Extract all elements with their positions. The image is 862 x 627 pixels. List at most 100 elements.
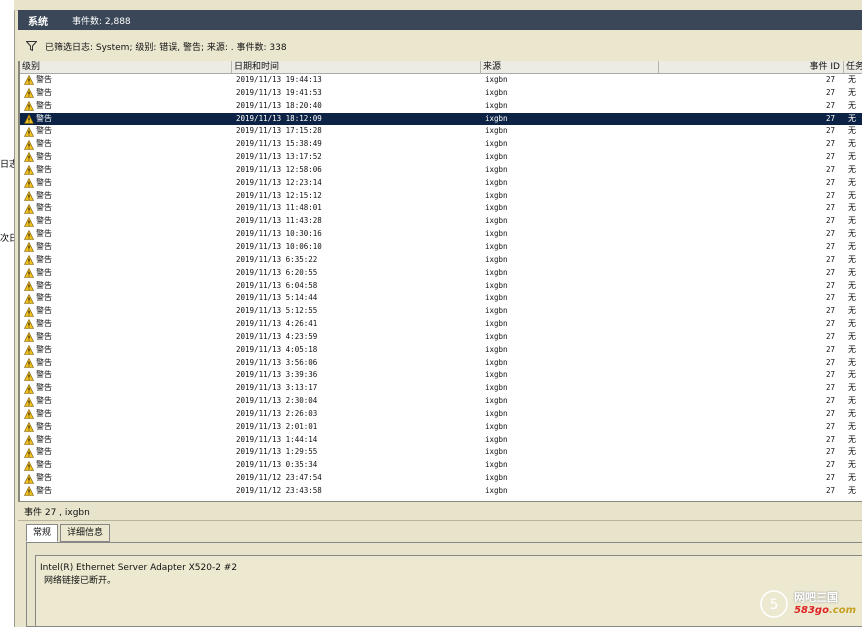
datetime-cell: 2019/11/13 5:14:44 xyxy=(236,293,318,303)
level-label: 警告 xyxy=(36,87,52,97)
source-cell: ixgbn xyxy=(485,100,508,110)
datetime-cell: 2019/11/13 2:30:04 xyxy=(236,396,318,406)
task-cell: 无 xyxy=(848,319,856,329)
tab-details[interactable]: 详细信息 xyxy=(60,524,111,542)
table-row[interactable]: 警告 2019/11/13 6:35:22 ixgbn 27 无 xyxy=(20,254,862,267)
event-id-cell: 27 xyxy=(825,267,835,277)
datetime-cell: 2019/11/13 1:44:14 xyxy=(236,434,318,444)
table-row[interactable]: 警告 2019/11/13 2:26:03 ixgbn 27 无 xyxy=(20,408,862,421)
table-row[interactable]: 警告 2019/11/13 2:01:01 ixgbn 27 无 xyxy=(20,421,862,434)
task-cell: 无 xyxy=(848,87,856,97)
source-cell: ixgbn xyxy=(485,113,508,123)
column-header-row: 级别 日期和时间 来源 事件 ID 任务 xyxy=(20,61,862,74)
datetime-cell: 2019/11/13 5:12:55 xyxy=(236,306,318,316)
warning-triangle-icon xyxy=(24,280,34,291)
level-cell: 警告 xyxy=(24,344,52,357)
source-cell: ixgbn xyxy=(485,241,508,251)
source-cell: ixgbn xyxy=(485,473,508,483)
event-id-cell: 27 xyxy=(825,486,835,495)
event-id-cell: 27 xyxy=(825,357,835,367)
table-row[interactable]: 警告 2019/11/13 1:29:55 ixgbn 27 无 xyxy=(20,446,862,459)
column-header-level[interactable]: 级别 xyxy=(20,61,232,73)
event-id-cell: 27 xyxy=(825,434,835,444)
datetime-cell: 2019/11/13 4:23:59 xyxy=(236,331,318,341)
warning-triangle-icon xyxy=(24,460,34,471)
table-row[interactable]: 警告 2019/11/13 3:13:17 ixgbn 27 无 xyxy=(20,382,862,395)
table-row[interactable]: 警告 2019/11/13 4:23:59 ixgbn 27 无 xyxy=(20,331,862,344)
warning-triangle-icon xyxy=(24,75,34,86)
table-row[interactable]: 警告 2019/11/13 18:12:09 ixgbn 27 无 xyxy=(20,112,862,126)
datetime-cell: 2019/11/13 3:13:17 xyxy=(236,383,318,393)
level-cell: 警告 xyxy=(24,472,52,485)
level-label: 警告 xyxy=(36,75,52,84)
table-row[interactable]: 警告 2019/11/13 5:12:55 ixgbn 27 无 xyxy=(20,305,862,318)
event-id-cell: 27 xyxy=(825,344,835,354)
table-row[interactable]: 警告 2019/11/13 6:20:55 ixgbn 27 无 xyxy=(20,267,862,280)
table-row[interactable]: 警告 2019/11/13 4:05:18 ixgbn 27 无 xyxy=(20,344,862,357)
table-row[interactable]: 警告 2019/11/13 11:48:01 ixgbn 27 无 xyxy=(20,202,862,215)
column-header-task[interactable]: 任务 xyxy=(844,61,862,73)
table-row[interactable]: 警告 2019/11/13 19:44:13 ixgbn 27 无 xyxy=(20,74,862,87)
event-id-cell: 27 xyxy=(825,370,835,380)
level-cell: 警告 xyxy=(24,280,52,293)
detail-body: Intel(R) Ethernet Server Adapter X520-2 … xyxy=(26,542,862,627)
table-row[interactable]: 警告 2019/11/13 19:41:53 ixgbn 27 无 xyxy=(20,87,862,100)
event-id-cell: 27 xyxy=(825,216,835,226)
source-cell: ixgbn xyxy=(485,396,508,406)
datetime-cell: 2019/11/13 12:23:14 xyxy=(236,177,322,187)
table-row[interactable]: 警告 2019/11/13 10:06:10 ixgbn 27 无 xyxy=(20,241,862,254)
event-list[interactable]: 级别 日期和时间 来源 事件 ID 任务 警告 2019/11/13 19:44:… xyxy=(18,61,862,501)
source-cell: ixgbn xyxy=(485,75,508,84)
table-row[interactable]: 警告 2019/11/13 12:23:14 ixgbn 27 无 xyxy=(20,177,862,190)
table-row[interactable]: 警告 2019/11/13 11:43:28 ixgbn 27 无 xyxy=(20,215,862,228)
source-cell: ixgbn xyxy=(485,331,508,341)
table-row[interactable]: 警告 2019/11/13 12:15:12 ixgbn 27 无 xyxy=(20,190,862,203)
table-row[interactable]: 警告 2019/11/13 4:26:41 ixgbn 27 无 xyxy=(20,318,862,331)
task-cell: 无 xyxy=(848,100,856,110)
source-cell: ixgbn xyxy=(485,319,508,329)
level-label: 警告 xyxy=(36,319,52,329)
table-row[interactable]: 警告 2019/11/12 23:47:54 ixgbn 27 无 xyxy=(20,472,862,485)
level-cell: 警告 xyxy=(24,228,52,241)
warning-triangle-icon xyxy=(24,396,34,407)
table-row[interactable]: 警告 2019/11/13 15:38:49 ixgbn 27 无 xyxy=(20,138,862,151)
table-row[interactable]: 警告 2019/11/13 5:14:44 ixgbn 27 无 xyxy=(20,292,862,305)
svg-text:5: 5 xyxy=(770,597,779,613)
table-row[interactable]: 警告 2019/11/13 6:04:58 ixgbn 27 无 xyxy=(20,280,862,293)
level-cell: 警告 xyxy=(24,100,52,113)
table-row[interactable]: 警告 2019/11/13 17:15:28 ixgbn 27 无 xyxy=(20,125,862,138)
level-cell: 警告 xyxy=(24,215,52,228)
warning-triangle-icon xyxy=(24,229,34,240)
table-row[interactable]: 警告 2019/11/12 23:43:58 ixgbn 27 无 xyxy=(20,485,862,498)
warning-triangle-icon xyxy=(24,165,34,176)
column-header-event-id[interactable]: 事件 ID xyxy=(659,61,844,73)
level-cell: 警告 xyxy=(24,125,52,138)
table-row[interactable]: 警告 2019/11/13 3:39:36 ixgbn 27 无 xyxy=(20,369,862,382)
table-row[interactable]: 警告 2019/11/13 10:30:16 ixgbn 27 无 xyxy=(20,228,862,241)
warning-triangle-icon xyxy=(24,332,34,343)
table-row[interactable]: 警告 2019/11/13 2:30:04 ixgbn 27 无 xyxy=(20,395,862,408)
event-count: 事件数: 2,888 xyxy=(72,16,131,27)
tab-general[interactable]: 常规 xyxy=(26,524,59,542)
table-row[interactable]: 警告 2019/11/13 13:17:52 ixgbn 27 无 xyxy=(20,151,862,164)
table-row[interactable]: 警告 2019/11/13 12:58:06 ixgbn 27 无 xyxy=(20,164,862,177)
column-header-datetime[interactable]: 日期和时间 xyxy=(232,61,481,73)
datetime-cell: 2019/11/13 18:12:09 xyxy=(236,113,322,123)
table-row[interactable]: 警告 2019/11/13 3:56:06 ixgbn 27 无 xyxy=(20,357,862,370)
source-cell: ixgbn xyxy=(485,280,508,290)
event-id-cell: 27 xyxy=(825,254,835,264)
table-row[interactable]: 警告 2019/11/13 1:44:14 ixgbn 27 无 xyxy=(20,434,862,447)
task-cell: 无 xyxy=(848,434,856,444)
level-label: 警告 xyxy=(36,408,52,418)
task-cell: 无 xyxy=(848,113,856,123)
table-row[interactable]: 警告 2019/11/13 18:20:40 ixgbn 27 无 xyxy=(20,100,862,113)
table-row[interactable]: 警告 2019/11/13 0:35:34 ixgbn 27 无 xyxy=(20,459,862,472)
watermark-emblem-icon: 5 xyxy=(760,590,788,618)
left-navigation-panel: 日志 次日 xyxy=(0,0,15,627)
event-id-cell: 27 xyxy=(825,280,835,290)
column-header-source[interactable]: 来源 xyxy=(481,61,659,73)
datetime-cell: 2019/11/13 6:35:22 xyxy=(236,254,318,264)
event-id-cell: 27 xyxy=(825,421,835,431)
watermark-en-domain: .com xyxy=(828,605,856,616)
detail-message-box[interactable]: Intel(R) Ethernet Server Adapter X520-2 … xyxy=(35,555,862,626)
